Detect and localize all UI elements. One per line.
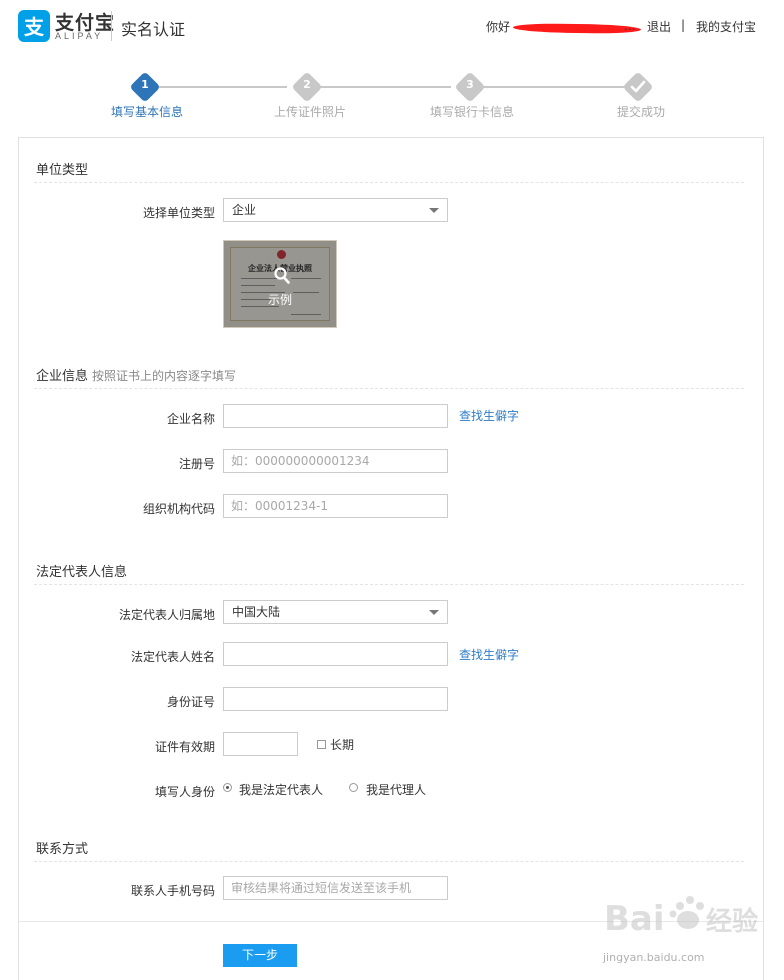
unit-type-label: 选择单位类型 bbox=[142, 206, 215, 220]
legal-name-input[interactable] bbox=[223, 642, 448, 666]
radio-agent[interactable] bbox=[349, 783, 358, 792]
long-term-checkbox[interactable] bbox=[317, 740, 326, 749]
checkmark-icon bbox=[630, 80, 646, 93]
step-connector bbox=[318, 86, 451, 88]
username-ellipsis: ... bbox=[624, 19, 636, 33]
header-divider bbox=[111, 11, 112, 41]
company-hint: 按照证书上的内容逐字填写 bbox=[92, 369, 237, 383]
validity-input[interactable] bbox=[223, 732, 298, 756]
section-divider bbox=[34, 388, 744, 389]
alipay-logo-icon[interactable]: 支 bbox=[18, 10, 50, 42]
radio-legal-rep[interactable] bbox=[223, 783, 232, 792]
brand-name-en: ALIPAY bbox=[55, 31, 104, 41]
legal-region-selected: 中国大陆 bbox=[232, 605, 281, 619]
company-title-text: 企业信息 bbox=[36, 369, 89, 384]
rare-char-link-company[interactable]: 查找生僻字 bbox=[459, 407, 519, 424]
step-connector bbox=[482, 86, 626, 88]
chevron-down-icon bbox=[429, 610, 439, 615]
section-title-contact: 联系方式 bbox=[36, 842, 89, 857]
watermark-url: jingyan.baidu.com bbox=[603, 951, 705, 964]
header-separator: | bbox=[681, 18, 686, 32]
registration-number-input[interactable] bbox=[223, 449, 448, 473]
section-title-legal: 法定代表人信息 bbox=[36, 565, 128, 580]
radio-legal-rep-label: 我是法定代表人 bbox=[239, 783, 324, 797]
long-term-label: 长期 bbox=[330, 738, 355, 752]
legal-region-label: 法定代表人归属地 bbox=[118, 608, 215, 622]
phone-input[interactable] bbox=[223, 876, 448, 900]
validity-label: 证件有效期 bbox=[154, 740, 215, 754]
magnifier-icon bbox=[274, 267, 290, 284]
username-redaction bbox=[512, 22, 642, 35]
section-divider bbox=[34, 861, 744, 862]
section-title-company: 企业信息 按照证书上的内容逐字填写 bbox=[36, 365, 236, 384]
org-code-input[interactable] bbox=[223, 494, 448, 518]
registration-number-label: 注册号 bbox=[178, 457, 215, 471]
id-number-label: 身份证号 bbox=[166, 695, 215, 709]
step-3-label: 填写银行卡信息 bbox=[430, 105, 515, 119]
svg-text:经验: 经验 bbox=[706, 906, 758, 937]
section-title-unit-type: 单位类型 bbox=[36, 163, 89, 178]
step-connector bbox=[155, 86, 287, 88]
company-name-input[interactable] bbox=[223, 404, 448, 428]
id-number-input[interactable] bbox=[223, 687, 448, 711]
unit-type-select[interactable]: 企业 bbox=[223, 198, 448, 222]
company-name-label: 企业名称 bbox=[166, 412, 215, 426]
svg-text:Bai: Bai bbox=[604, 899, 665, 939]
rare-char-link-legal[interactable]: 查找生僻字 bbox=[459, 646, 519, 663]
phone-label: 联系人手机号码 bbox=[130, 884, 215, 898]
sample-label: 示例 bbox=[267, 293, 292, 307]
step-4-label: 提交成功 bbox=[617, 105, 666, 119]
logout-link[interactable]: 退出 bbox=[647, 18, 671, 35]
legal-region-select[interactable]: 中国大陆 bbox=[223, 600, 448, 624]
my-alipay-link[interactable]: 我的支付宝 bbox=[696, 18, 756, 35]
legal-name-label: 法定代表人姓名 bbox=[130, 650, 215, 664]
step-2-number: 2 bbox=[303, 78, 311, 91]
page-title: 实名认证 bbox=[121, 20, 186, 39]
step-3-number: 3 bbox=[466, 78, 474, 91]
step-1-number: 1 bbox=[141, 78, 149, 91]
form-panel bbox=[18, 137, 764, 980]
svg-text:支: 支 bbox=[24, 15, 45, 39]
baidu-watermark-icon: Bai 经验 bbox=[604, 896, 758, 939]
section-divider bbox=[34, 182, 744, 183]
step-1-label: 填写基本信息 bbox=[111, 105, 184, 119]
sample-license-thumbnail[interactable]: 企业法人营业执照 示例 bbox=[223, 240, 337, 328]
org-code-label: 组织机构代码 bbox=[142, 502, 215, 516]
section-divider bbox=[34, 584, 744, 585]
radio-agent-label: 我是代理人 bbox=[366, 783, 427, 797]
filler-identity-label: 填写人身份 bbox=[154, 785, 215, 799]
unit-type-selected: 企业 bbox=[232, 203, 257, 217]
step-2-label: 上传证件照片 bbox=[274, 105, 347, 119]
next-step-button[interactable]: 下一步 bbox=[223, 944, 297, 967]
chevron-down-icon bbox=[429, 208, 439, 213]
greeting-text: 你好 bbox=[486, 20, 511, 34]
